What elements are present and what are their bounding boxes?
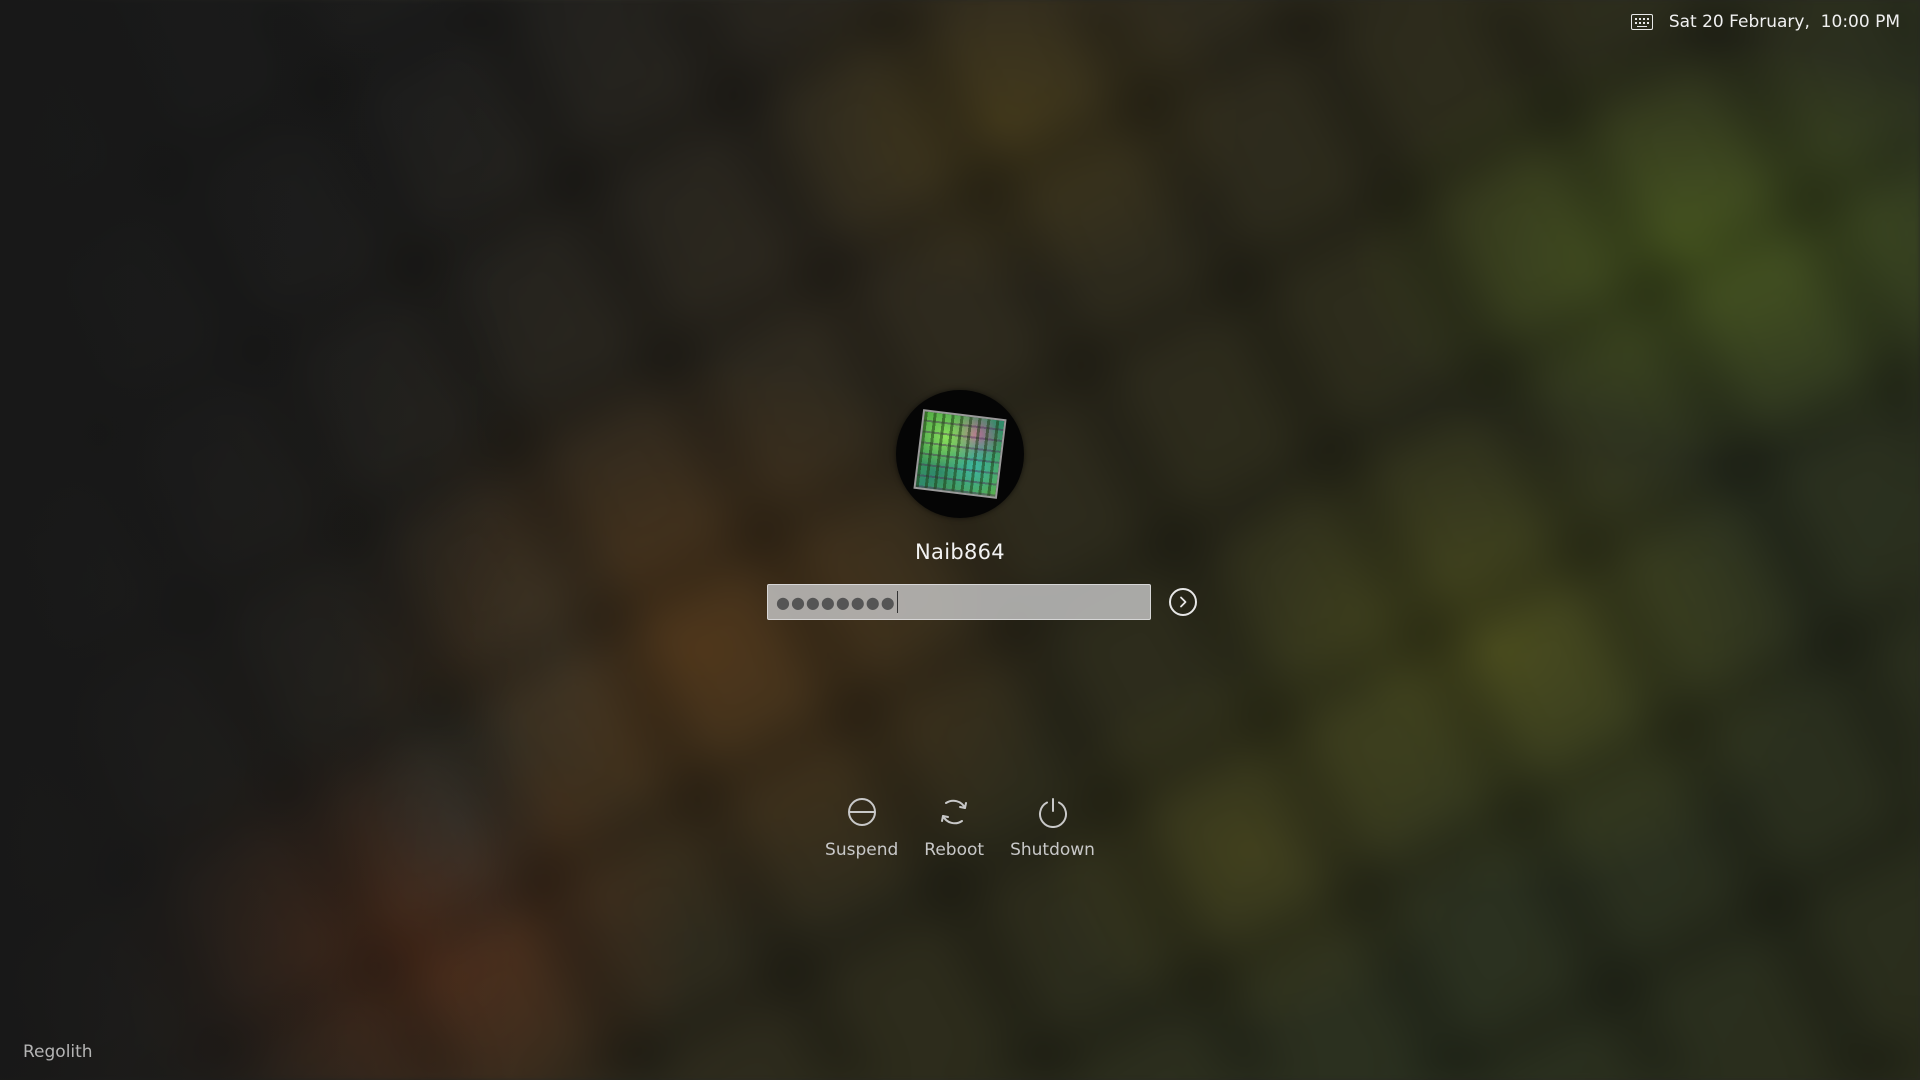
password-row: ●●●●●●●● — [767, 584, 1197, 620]
arrow-right-circle-icon — [1180, 596, 1187, 608]
reboot-label: Reboot — [924, 840, 985, 860]
suspend-icon — [847, 798, 876, 826]
login-submit-button[interactable] — [1169, 588, 1197, 616]
shutdown-button[interactable]: Shutdown — [1010, 796, 1095, 860]
keyboard-icon[interactable] — [1630, 14, 1653, 30]
password-field[interactable]: ●●●●●●●● — [767, 584, 1151, 620]
top-bar: Sat 20 February, 10:00 PM — [1630, 12, 1900, 32]
power-actions: Suspend Reboot Shutdown — [0, 796, 1920, 860]
reboot-button[interactable]: Reboot — [924, 796, 984, 860]
session-selector[interactable]: Regolith — [23, 1042, 93, 1062]
shutdown-icon — [1038, 798, 1067, 828]
password-mask: ●●●●●●●● — [776, 592, 896, 612]
reboot-icon — [941, 799, 968, 825]
login-panel: Naib864 ●●●●●●●● — [0, 390, 1920, 620]
text-caret — [896, 591, 899, 613]
user-avatar — [896, 390, 1024, 518]
shutdown-label: Shutdown — [1010, 840, 1095, 860]
suspend-button[interactable]: Suspend — [825, 796, 898, 860]
datetime-label: Sat 20 February, 10:00 PM — [1668, 12, 1900, 32]
avatar-image — [913, 409, 1007, 499]
username-label: Naib864 — [915, 540, 1005, 564]
suspend-label: Suspend — [825, 840, 899, 860]
